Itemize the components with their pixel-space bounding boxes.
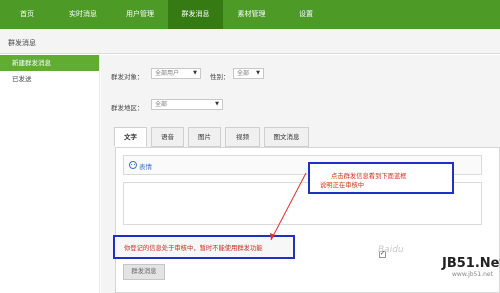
target-label: 群发对象： xyxy=(111,73,144,81)
gender-select[interactable]: 全部 ▼ xyxy=(233,68,264,79)
target-select-value: 全部用户 xyxy=(155,70,180,77)
send-mass-message-button[interactable]: 群发消息 xyxy=(123,264,165,280)
tab-rich-media[interactable]: 图文消息 xyxy=(264,127,309,147)
emoji-icon[interactable] xyxy=(129,161,137,169)
sidebar-item-new-mass-message[interactable]: 新建群发消息 xyxy=(0,55,99,71)
chevron-down-icon: ▼ xyxy=(215,101,219,107)
annotation-box: 点击群发信息看到下面蓝框 说明正在审核中 xyxy=(308,162,454,194)
region-label: 群发地区： xyxy=(111,104,144,112)
chevron-down-icon: ▼ xyxy=(256,70,260,76)
tab-voice[interactable]: 语音 xyxy=(151,127,184,147)
annotation-line-1: 点击群发信息看到下面蓝框 xyxy=(331,173,407,180)
nav-tab-realtime-messages[interactable]: 实时消息 xyxy=(54,0,112,29)
target-select[interactable]: 全部用户 ▼ xyxy=(151,68,201,79)
tab-text[interactable]: 文字 xyxy=(114,127,147,147)
content-type-tabs: 文字 语音 图片 视频 图文消息 xyxy=(114,127,313,147)
emoji-button[interactable]: 表情 xyxy=(139,161,152,171)
top-nav: 首页 实时消息 用户管理 群发消息 素材管理 设置 xyxy=(0,0,500,29)
region-select-value: 全部 xyxy=(155,101,168,108)
jb51-watermark-url: www.jb51.net xyxy=(452,271,493,278)
sidebar: 新建群发消息 已发送 xyxy=(0,55,100,293)
review-notice-text: 你登记的信息处于审核中，暂时不能使用群发功能 xyxy=(124,245,263,252)
tab-image[interactable]: 图片 xyxy=(188,127,221,147)
sidebar-item-sent[interactable]: 已发送 xyxy=(0,71,99,87)
nav-tab-material-management[interactable]: 素材管理 xyxy=(223,0,280,29)
nav-tab-home[interactable]: 首页 xyxy=(0,0,54,29)
jb51-watermark: JB51.Net xyxy=(442,256,500,271)
page-title: 群发消息 xyxy=(8,39,36,47)
region-select[interactable]: 全部 ▼ xyxy=(151,99,223,110)
gender-select-value: 全部 xyxy=(237,70,250,77)
tab-video[interactable]: 视频 xyxy=(225,127,260,147)
review-notice: 你登记的信息处于审核中，暂时不能使用群发功能 xyxy=(113,235,295,259)
annotation-line-2: 说明正在审核中 xyxy=(320,182,365,189)
nav-tab-mass-message[interactable]: 群发消息 xyxy=(168,0,223,29)
page-title-bar: 群发消息 xyxy=(0,29,500,54)
nav-tab-settings[interactable]: 设置 xyxy=(280,0,332,29)
nav-tab-user-management[interactable]: 用户管理 xyxy=(112,0,168,29)
gender-label: 性别： xyxy=(210,73,230,81)
baidu-watermark: Baidu xyxy=(378,245,404,255)
chevron-down-icon: ▼ xyxy=(193,70,197,76)
